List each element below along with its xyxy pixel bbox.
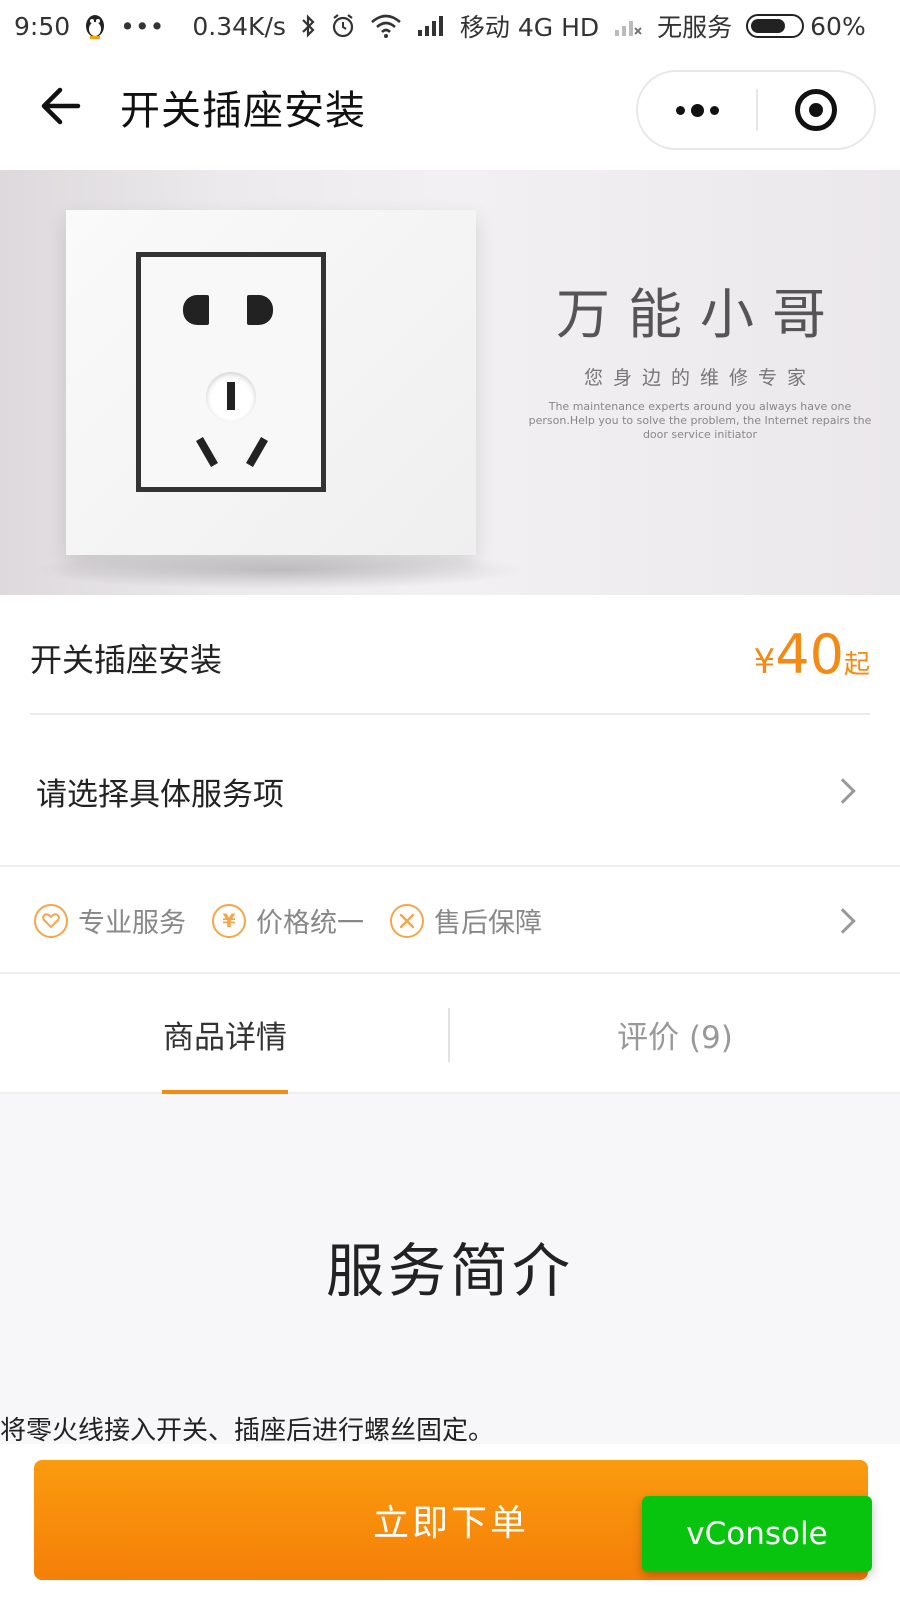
tab-reviews[interactable]: 评价 (9) [450,976,900,1092]
select-service-label: 请选择具体服务项 [36,776,284,813]
more-button[interactable] [638,72,756,148]
no-service-label: 无服务 [657,13,733,42]
select-service-row[interactable]: 请选择具体服务项 [0,717,900,867]
network-speed: 0.34K/s [192,11,286,41]
detail-tabs: 商品详情 评价 (9) [0,976,900,1094]
no-signal-icon [613,14,643,38]
product-banner: 万能小哥 您身边的维修专家 The maintenance experts ar… [0,170,900,595]
brand-english-text: The maintenance experts around you alway… [528,400,872,441]
chevron-right-icon [830,907,856,934]
socket-slot [196,437,218,467]
guarantee-label: 专业服务 [78,908,186,939]
socket-slot [183,295,209,325]
carrier-label: 移动 4G HD [459,13,600,42]
arrow-left-icon [41,87,81,125]
chevron-right-icon [830,778,856,804]
penguin-icon [84,13,106,39]
yen-icon: ¥ [212,903,246,938]
nav-bar: 开关插座安装 [0,52,900,170]
back-button[interactable] [30,76,90,136]
product-name: 开关插座安装 [30,641,223,679]
detail-content: 服务简介 将零火线接入开关、插座后进行螺丝固定。 [0,1094,900,1446]
wifi-icon [370,14,402,38]
service-intro-text: 将零火线接入开关、插座后进行螺丝固定。 [0,1416,495,1446]
socket-slot [227,382,235,410]
price-suffix: 起 [843,650,870,680]
price-currency: ¥ [753,642,776,682]
status-bar: 9:50 ••• 0.34K/s 移动 4G HD 无服务 60% [0,0,900,52]
socket-slot [246,437,268,467]
guarantee-professional: 专业服务 [34,901,186,940]
guarantee-label: 售后保障 [434,908,542,939]
more-dot-icon [709,105,719,115]
more-dots: ••• [120,11,165,41]
signal-icon [416,14,446,38]
vconsole-button[interactable]: vConsole [642,1496,872,1572]
socket-frame [136,252,326,492]
heart-icon [34,903,68,938]
tab-details[interactable]: 商品详情 [0,976,450,1094]
status-time: 9:50 [14,11,71,41]
more-dot-icon [675,105,685,115]
battery-icon [746,14,805,38]
bluetooth-icon [300,13,316,39]
socket-slot [247,295,273,325]
brand-title: 万能小哥 [556,283,844,346]
socket-plate [66,210,476,555]
product-price: ¥ 40 起 [754,623,870,686]
tools-icon [390,903,424,938]
alarm-icon [330,13,356,39]
page-title: 开关插座安装 [120,88,366,134]
guarantee-aftersales: 售后保障 [390,901,542,940]
product-info: 开关插座安装 ¥ 40 起 [30,595,870,715]
brand-subtitle: 您身边的维修专家 [583,367,816,389]
brand-block: 万能小哥 您身边的维修专家 The maintenance experts ar… [520,270,880,442]
guarantee-price: ¥ 价格统一 [212,901,364,940]
guarantee-label: 价格统一 [256,908,364,939]
target-icon [795,89,837,131]
service-intro-title: 服务简介 [325,1237,574,1305]
close-mini-program-button[interactable] [758,72,874,148]
price-value: 40 [775,623,844,686]
more-dot-icon [690,103,704,117]
guarantee-row[interactable]: 专业服务 ¥ 价格统一 售后保障 [0,869,900,974]
mini-program-capsule [636,70,876,150]
battery-percent: 60% [810,11,866,41]
banner-shadow [30,550,530,590]
